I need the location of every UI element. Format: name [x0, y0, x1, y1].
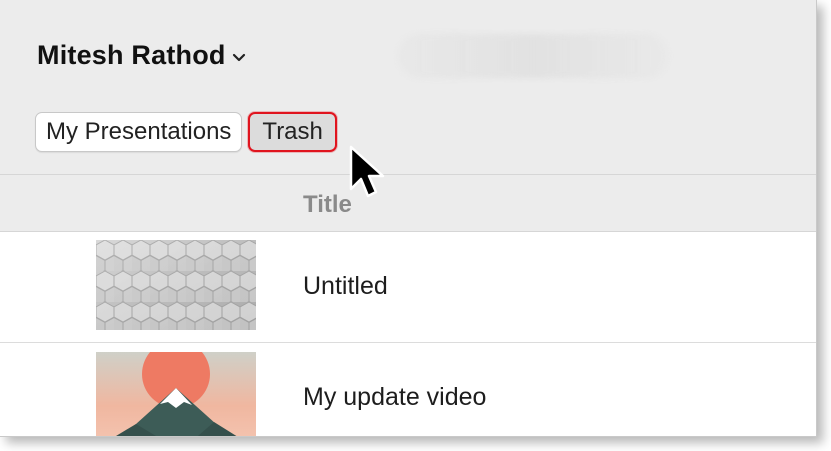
blurred-search-area	[398, 34, 668, 78]
thumbnail-image	[96, 240, 256, 330]
app-window: Mitesh Rathod My Presentations Trash Tit…	[0, 0, 817, 437]
chevron-down-icon	[232, 53, 245, 61]
column-header-title[interactable]: Title	[303, 191, 352, 219]
tab-my-presentations[interactable]: My Presentations	[35, 112, 243, 152]
presentation-title: Untitled	[303, 272, 388, 300]
tab-label: My Presentations	[46, 118, 232, 145]
presentation-title: My update video	[303, 383, 487, 411]
thumbnail-image	[96, 352, 256, 436]
arrow-pointer-icon	[349, 145, 385, 198]
tab-trash[interactable]: Trash	[248, 112, 337, 152]
account-name: Mitesh Rathod	[37, 40, 226, 70]
account-switcher[interactable]: Mitesh Rathod	[37, 40, 246, 71]
table-row[interactable]: My update video	[0, 343, 816, 436]
table-header: Title	[0, 175, 816, 232]
tab-bar: My Presentations Trash	[35, 112, 337, 152]
tab-label: Trash	[262, 118, 323, 145]
table-row[interactable]: Untitled	[0, 232, 816, 343]
header: Mitesh Rathod My Presentations Trash	[0, 0, 816, 175]
